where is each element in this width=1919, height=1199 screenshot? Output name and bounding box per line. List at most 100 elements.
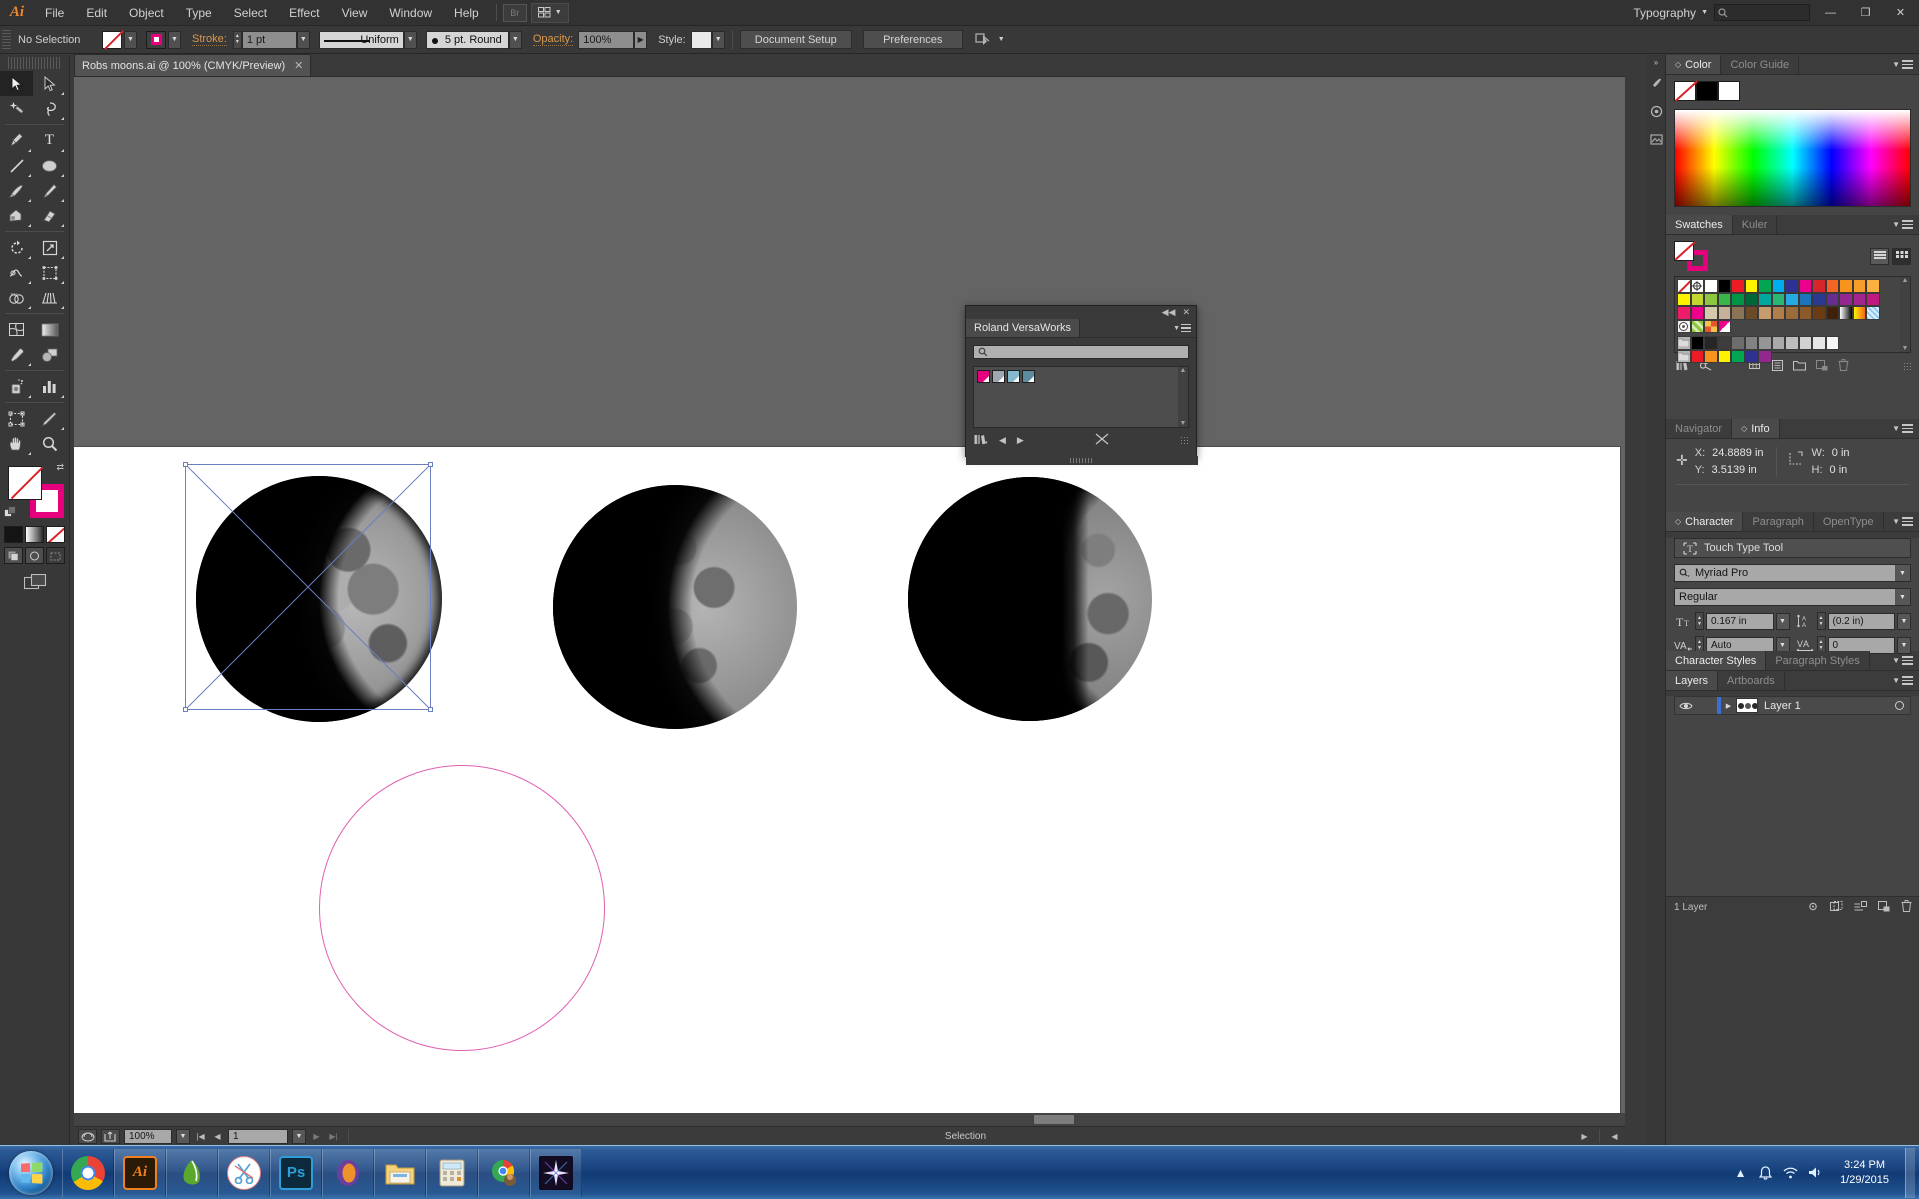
swatch-cell[interactable] xyxy=(1731,349,1745,363)
tab-paragraph-styles[interactable]: Paragraph Styles xyxy=(1766,651,1870,670)
start-button[interactable] xyxy=(0,1148,62,1198)
font-family-field[interactable]: Myriad Pro ▼ xyxy=(1674,564,1911,582)
swatch-libraries-icon[interactable]: ▾ xyxy=(974,434,988,447)
line-segment-tool[interactable] xyxy=(0,153,33,178)
taskbar-snipping-tool[interactable] xyxy=(218,1148,270,1197)
color-mode-button[interactable] xyxy=(4,526,23,543)
type-tool[interactable]: T xyxy=(33,128,66,153)
fill-color-box[interactable] xyxy=(7,466,42,500)
selection-handle-bl[interactable] xyxy=(183,707,188,712)
canvas-horizontal-scrollbar[interactable] xyxy=(74,1113,1625,1126)
eyedropper-tool[interactable] xyxy=(0,342,33,367)
selection-tool[interactable] xyxy=(0,71,33,96)
swatches-fill-box[interactable] xyxy=(1674,241,1694,261)
swatch-pattern-confetti[interactable] xyxy=(1704,319,1718,333)
swatches-grid-view-button[interactable] xyxy=(1892,247,1911,265)
versaworks-list-scrollbar[interactable]: ▲ ▼ xyxy=(1178,367,1188,427)
swatch-pattern-leaf[interactable] xyxy=(1690,319,1704,333)
tab-swatches[interactable]: Swatches xyxy=(1666,215,1733,234)
break-link-icon[interactable] xyxy=(1095,433,1109,447)
dock-expand-icon[interactable]: » xyxy=(1646,55,1666,69)
menu-window[interactable]: Window xyxy=(378,0,443,26)
swatch-cell[interactable] xyxy=(1785,292,1799,306)
canvas-area[interactable] xyxy=(74,77,1625,1145)
swatch-cell[interactable] xyxy=(1771,306,1785,320)
swatch-cell[interactable] xyxy=(1690,292,1704,306)
document-setup-button[interactable]: Document Setup xyxy=(739,30,852,49)
taskbar-media-app[interactable] xyxy=(530,1148,582,1197)
versaworks-tab[interactable]: Roland VersaWorks xyxy=(966,319,1081,337)
tab-opentype[interactable]: OpenType xyxy=(1813,512,1884,531)
swatch-cell[interactable] xyxy=(1785,279,1799,293)
font-size-value[interactable]: 0.167 in xyxy=(1706,612,1774,630)
taskbar-chrome-window[interactable] xyxy=(478,1148,530,1197)
color-black-swatch[interactable] xyxy=(1696,81,1718,101)
make-clipping-mask-icon[interactable] xyxy=(1830,900,1843,915)
versaworks-search-input[interactable] xyxy=(973,345,1189,359)
tab-color[interactable]: ◇ Color xyxy=(1666,55,1722,74)
close-button[interactable]: ✕ xyxy=(1886,3,1915,23)
swatch-cell[interactable] xyxy=(1677,306,1691,320)
fill-swatch[interactable] xyxy=(102,30,122,49)
pencil-tool[interactable] xyxy=(33,178,66,203)
selection-bounding-box[interactable] xyxy=(183,462,433,712)
tab-layers[interactable]: Layers xyxy=(1666,671,1719,690)
swap-fill-stroke-icon[interactable]: ⇄ xyxy=(57,462,68,473)
layer-disclosure-icon[interactable]: ▶ xyxy=(1721,702,1736,710)
swatch-cell[interactable] xyxy=(1731,292,1745,306)
layer-name[interactable]: Layer 1 xyxy=(1764,700,1801,712)
hand-tool[interactable] xyxy=(0,431,33,456)
zoom-level-dropdown-icon[interactable]: ▼ xyxy=(176,1128,190,1144)
swatch-cell[interactable] xyxy=(1825,306,1839,320)
align-to-icon[interactable] xyxy=(975,32,993,48)
swatch-cell[interactable] xyxy=(1866,279,1880,293)
minimize-button[interactable]: — xyxy=(1816,3,1845,23)
eraser-tool[interactable] xyxy=(33,203,66,228)
versaworks-swatch[interactable] xyxy=(992,370,1005,383)
preferences-button[interactable]: Preferences xyxy=(862,30,963,49)
swatch-cell[interactable] xyxy=(1758,306,1772,320)
artboard[interactable] xyxy=(74,447,1620,1130)
network-icon[interactable] xyxy=(1782,1164,1799,1181)
swatches-panel-menu[interactable]: ▼ xyxy=(1892,215,1919,234)
swatch-cell[interactable] xyxy=(1839,279,1853,293)
taskbar-coreldraw[interactable] xyxy=(166,1148,218,1197)
stroke-weight-stepper[interactable]: ▲ ▼ xyxy=(232,30,242,49)
taskbar-versaworks[interactable] xyxy=(322,1148,374,1197)
swatch-gradient-blue[interactable] xyxy=(1866,306,1880,320)
swatch-cell[interactable] xyxy=(1812,336,1826,350)
swatches-scrollbar[interactable]: ▲ ▼ xyxy=(1900,277,1910,352)
swatch-cell[interactable] xyxy=(1717,306,1731,320)
symbol-sprayer-tool[interactable] xyxy=(0,374,33,399)
menu-file[interactable]: File xyxy=(34,0,75,26)
versaworks-swatch[interactable] xyxy=(1022,370,1035,383)
opacity-field[interactable]: 100% xyxy=(578,30,635,49)
graphic-style-dropdown-icon[interactable]: ▼ xyxy=(711,30,725,49)
stroke-weight-field[interactable]: 1 pt xyxy=(241,30,297,49)
align-dropdown-icon[interactable]: ▼ xyxy=(998,36,1005,43)
stroke-dropdown-icon[interactable]: ▼ xyxy=(168,30,181,49)
leading-dropdown-icon[interactable]: ▼ xyxy=(1897,612,1911,630)
versaworks-dock-grip[interactable] xyxy=(966,456,1198,465)
swatch-cell[interactable] xyxy=(1771,279,1785,293)
swatch-cell[interactable] xyxy=(1717,292,1731,306)
graphic-style-swatch[interactable] xyxy=(690,30,712,49)
leading-value[interactable]: (0.2 in) xyxy=(1827,612,1895,630)
layers-panel-menu[interactable]: ▼ xyxy=(1892,671,1919,690)
artboard-tool[interactable] xyxy=(0,406,33,431)
swatch-cell[interactable] xyxy=(1798,292,1812,306)
symbols-strip-icon[interactable] xyxy=(1646,97,1666,125)
swatch-cell[interactable] xyxy=(1825,336,1839,350)
free-transform-tool[interactable] xyxy=(33,260,66,285)
swatch-cell[interactable] xyxy=(1677,292,1691,306)
swatch-cell[interactable] xyxy=(1731,336,1745,350)
status-text[interactable]: Selection xyxy=(357,1131,1574,1142)
locate-object-icon[interactable] xyxy=(1807,901,1819,915)
swatches-list-view-button[interactable] xyxy=(1870,247,1889,265)
scroll-up-icon[interactable]: ▲ xyxy=(1902,277,1909,284)
scroll-left-icon[interactable]: ◀ xyxy=(1608,1129,1621,1144)
next-artboard-icon[interactable]: ▶ xyxy=(310,1129,323,1144)
artboard-number-dropdown-icon[interactable]: ▼ xyxy=(292,1128,306,1144)
gradient-tool[interactable] xyxy=(33,317,66,342)
cloud-sync-icon[interactable] xyxy=(78,1128,97,1144)
